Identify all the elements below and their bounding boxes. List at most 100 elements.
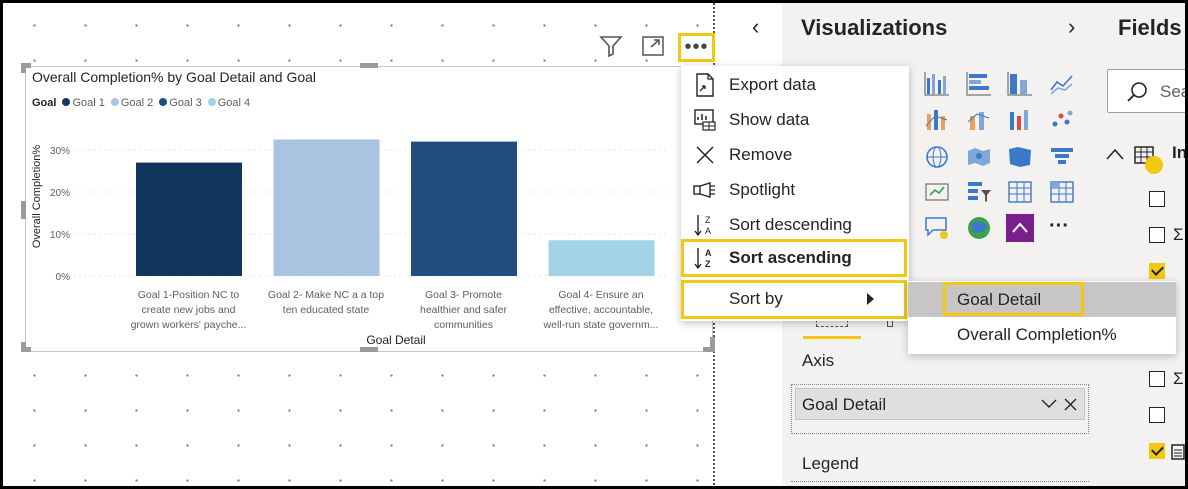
x-tick-label: Goal 4- Ensure an bbox=[558, 289, 643, 301]
bar[interactable] bbox=[136, 162, 242, 276]
matrix-icon[interactable] bbox=[1048, 178, 1076, 206]
slicer-icon[interactable] bbox=[965, 178, 993, 206]
resize-handle[interactable] bbox=[360, 347, 378, 352]
svg-text:Z: Z bbox=[705, 215, 711, 225]
svg-text:Z: Z bbox=[705, 259, 711, 269]
table-icon[interactable] bbox=[1006, 178, 1034, 206]
chevron-down-icon[interactable] bbox=[1041, 399, 1057, 409]
svg-text:A: A bbox=[705, 226, 711, 236]
y-tick-label: 10% bbox=[50, 230, 70, 241]
selected-table-indicator bbox=[1145, 156, 1163, 174]
x-tick-label: ten educated state bbox=[283, 304, 370, 316]
scatter-chart-icon[interactable] bbox=[1048, 106, 1076, 134]
x-tick-label: Goal 3- Promote bbox=[425, 289, 502, 301]
bar[interactable] bbox=[548, 240, 655, 276]
svg-text:A: A bbox=[705, 248, 712, 258]
x-axis-label: Goal Detail bbox=[366, 333, 425, 347]
x-tick-label: effective, accountable, bbox=[549, 304, 653, 316]
menu-item-export-data[interactable]: Export data bbox=[681, 67, 909, 102]
field-checkbox-checked[interactable] bbox=[1149, 443, 1165, 459]
visual-options-menu: Export data Show data Remove Spotlight Z… bbox=[681, 66, 909, 321]
fields-title: Fields bbox=[1118, 15, 1182, 40]
field-checkbox[interactable] bbox=[1149, 407, 1165, 423]
x-tick-label: create new jobs and bbox=[142, 304, 236, 316]
report-canvas[interactable]: ••• Overall Completion% by Goal Detail a… bbox=[3, 3, 731, 486]
search-icon bbox=[1127, 82, 1147, 102]
y-tick-label: 20% bbox=[50, 188, 70, 199]
filter-icon[interactable] bbox=[598, 33, 624, 59]
chart-plot: 0% 10% 20% 30% Overall Completion% Goal 1-Pos… bbox=[31, 139, 666, 347]
resize-handle[interactable] bbox=[21, 201, 26, 219]
clustered-column-chart-icon[interactable] bbox=[1006, 70, 1034, 98]
more-visuals-icon[interactable]: ··· bbox=[1049, 215, 1069, 238]
legend-section-label: Legend bbox=[802, 454, 859, 473]
sigma-icon: Σ bbox=[1173, 369, 1184, 388]
arcgis-map-icon[interactable] bbox=[965, 214, 993, 242]
sort-by-submenu: Goal Detail Overall Completion% bbox=[908, 281, 1176, 354]
fields-search-input[interactable]: Sea bbox=[1107, 69, 1188, 113]
app-window: ••• Overall Completion% by Goal Detail a… bbox=[0, 0, 1188, 489]
axis-section-label: Axis bbox=[802, 351, 835, 370]
resize-handle[interactable] bbox=[360, 63, 378, 68]
export-icon bbox=[693, 72, 717, 97]
chevron-right-icon[interactable]: › bbox=[1068, 14, 1075, 40]
field-checkbox[interactable] bbox=[1149, 227, 1165, 243]
sort-option-overall-completion[interactable]: Overall Completion% bbox=[908, 317, 1176, 352]
y-tick-label: 30% bbox=[50, 146, 70, 157]
power-apps-icon[interactable] bbox=[1006, 214, 1034, 242]
menu-item-spotlight[interactable]: Spotlight bbox=[681, 172, 909, 207]
focus-mode-icon[interactable] bbox=[640, 33, 666, 59]
table-name[interactable]: In bbox=[1172, 143, 1185, 163]
clustered-bar-chart-icon[interactable] bbox=[923, 70, 951, 98]
x-tick-label: communities bbox=[434, 319, 493, 331]
kpi-icon[interactable] bbox=[923, 178, 951, 206]
axis-field-pill[interactable]: Goal Detail bbox=[795, 388, 1085, 420]
sigma-icon: Σ bbox=[1173, 225, 1184, 244]
close-icon[interactable] bbox=[1064, 398, 1077, 411]
qa-visual-icon[interactable] bbox=[923, 214, 951, 242]
sort-option-goal-detail[interactable]: Goal Detail bbox=[908, 282, 1176, 317]
search-placeholder: Sea bbox=[1160, 82, 1188, 101]
resize-handle[interactable] bbox=[21, 342, 26, 352]
stacked-bar-chart-icon[interactable] bbox=[965, 70, 993, 98]
menu-item-sort-by[interactable]: Sort by bbox=[681, 280, 907, 319]
chevron-left-icon[interactable]: ‹ bbox=[752, 14, 759, 40]
x-tick-label: well-run state governm... bbox=[543, 319, 659, 331]
line-chart-icon[interactable] bbox=[1048, 70, 1076, 98]
close-icon bbox=[693, 143, 717, 167]
menu-item-remove[interactable]: Remove bbox=[681, 137, 909, 172]
field-checkbox[interactable] bbox=[1149, 191, 1165, 207]
line-column-chart-icon[interactable] bbox=[965, 106, 993, 134]
bar[interactable] bbox=[411, 141, 517, 276]
x-tick-label: grown workers' payche... bbox=[131, 319, 247, 331]
chevron-up-icon[interactable] bbox=[1106, 148, 1124, 160]
sort-descending-icon: ZA bbox=[693, 213, 717, 237]
shape-map-icon[interactable] bbox=[965, 143, 993, 171]
field-checkbox[interactable] bbox=[1149, 371, 1165, 387]
resize-handle[interactable] bbox=[710, 337, 715, 352]
bar[interactable] bbox=[273, 139, 380, 277]
funnel-chart-icon[interactable] bbox=[1048, 143, 1076, 171]
menu-item-show-data[interactable]: Show data bbox=[681, 102, 909, 137]
x-tick-label: healthier and safer bbox=[420, 304, 507, 316]
submenu-arrow-icon bbox=[867, 293, 874, 305]
filled-map-icon[interactable] bbox=[1006, 143, 1034, 171]
menu-item-sort-descending[interactable]: ZA Sort descending bbox=[681, 207, 909, 242]
axis-field-label: Goal Detail bbox=[802, 395, 887, 414]
y-tick-label: 0% bbox=[56, 272, 71, 283]
field-checkbox-checked[interactable] bbox=[1149, 263, 1165, 279]
legend-well[interactable] bbox=[791, 481, 1089, 486]
area-chart-icon[interactable] bbox=[923, 106, 951, 134]
globe-map-icon[interactable] bbox=[923, 143, 951, 171]
sort-ascending-icon: AZ bbox=[693, 246, 717, 270]
calculator-icon bbox=[1171, 444, 1185, 460]
bar-chart-visual[interactable]: Overall Completion% by Goal Detail and G… bbox=[25, 66, 713, 352]
menu-item-sort-ascending[interactable]: AZ Sort ascending bbox=[681, 239, 907, 277]
show-data-icon bbox=[693, 108, 717, 132]
more-options-icon[interactable]: ••• bbox=[678, 33, 715, 62]
y-axis-label: Overall Completion% bbox=[31, 145, 43, 249]
visualizations-title: Visualizations bbox=[801, 15, 948, 40]
ribbon-chart-icon[interactable] bbox=[1006, 106, 1034, 134]
x-tick-label: Goal 1-Position NC to bbox=[138, 289, 240, 301]
resize-handle[interactable] bbox=[21, 63, 26, 73]
